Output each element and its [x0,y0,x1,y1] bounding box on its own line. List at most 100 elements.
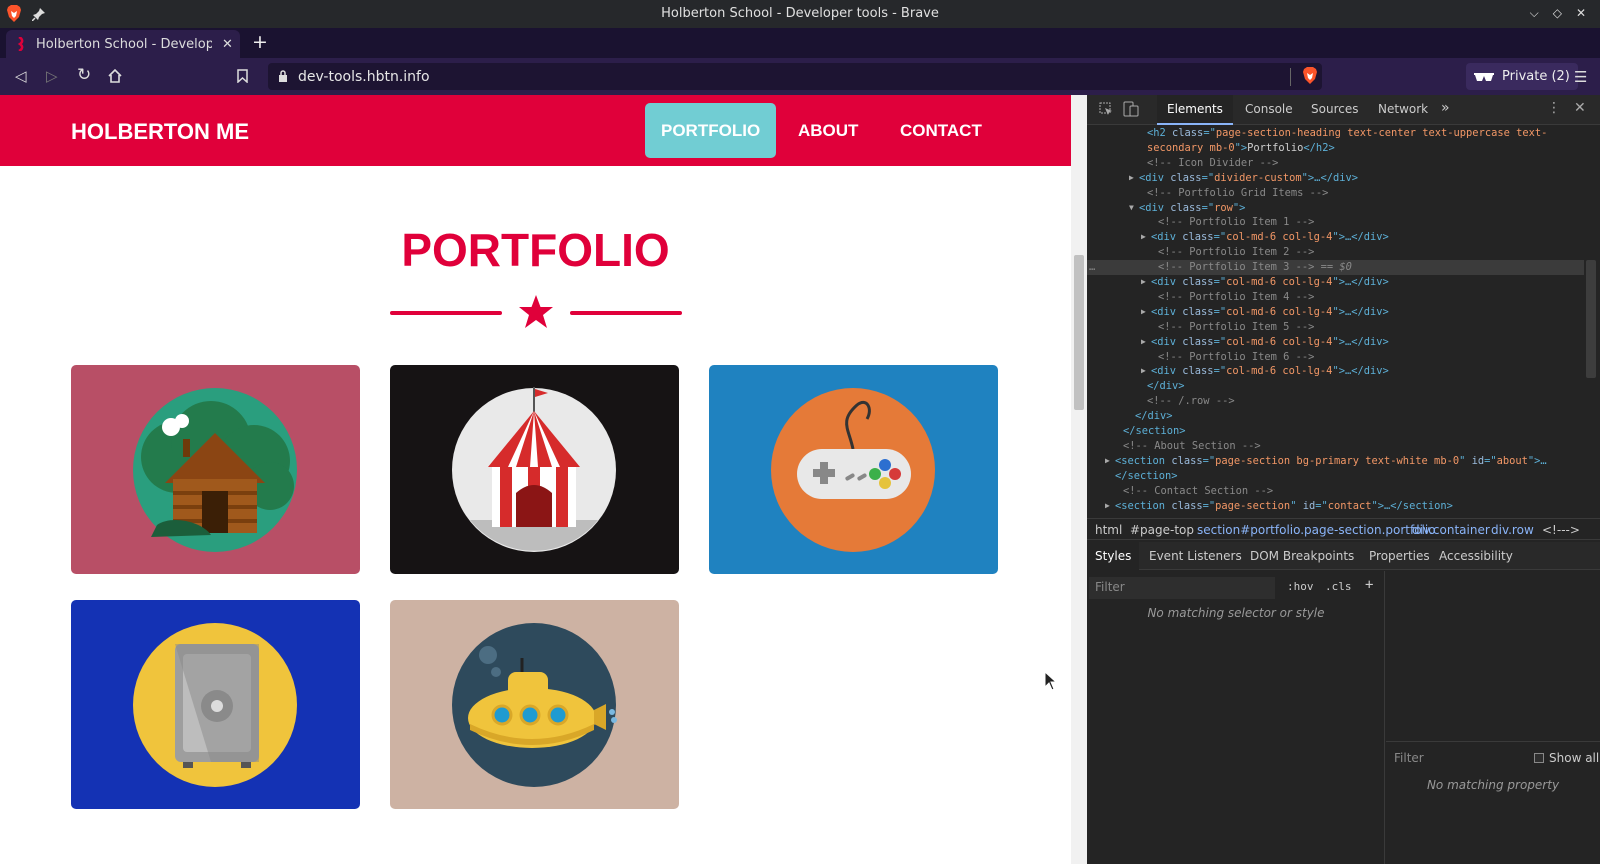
maximize-icon[interactable]: ◇ [1553,6,1562,21]
dom-node-line[interactable]: <!-- Portfolio Item 5 --> [1158,320,1314,335]
new-rule-icon[interactable]: + [1365,577,1373,593]
url-text: dev-tools.hbtn.info [298,68,430,85]
styles-empty-message: No matching selector or style [1147,606,1325,620]
nav-portfolio[interactable]: PORTFOLIO [645,103,777,158]
dom-node-line[interactable]: ▶ <div class="col-md-6 col-lg-4">…</div> [1141,335,1389,350]
dom-node-line[interactable]: ▶ <div class="col-md-6 col-lg-4">…</div> [1141,305,1389,320]
hamburger-menu-icon[interactable]: ☰ [1574,68,1587,86]
page-scrollbar-thumb[interactable] [1074,255,1084,410]
dom-node-line[interactable]: ▶ <section class="page-section" id="cont… [1105,499,1453,514]
close-devtools-icon[interactable]: ✕ [1574,100,1586,116]
address-bar[interactable]: dev-tools.hbtn.info [268,63,1322,90]
new-tab-icon[interactable]: + [252,31,268,53]
back-icon[interactable]: ◁ [15,67,27,85]
portfolio-item-5[interactable] [390,600,679,809]
dom-node-line[interactable]: <!-- Portfolio Item 1 --> [1158,215,1314,230]
tab-elements[interactable]: Elements [1157,95,1233,125]
dom-node-line[interactable]: </div> [1135,409,1173,424]
portfolio-item-2[interactable] [390,365,679,574]
dom-node-line[interactable]: ▶ <div class="col-md-6 col-lg-4">…</div> [1141,230,1389,245]
device-toolbar-icon[interactable] [1123,101,1139,117]
private-window-badge[interactable]: Private (2) [1466,63,1578,90]
collapse-triangle-icon[interactable]: ▼ [1129,201,1134,216]
portfolio-item-3[interactable] [709,365,998,574]
browser-toolbar: ◁ ▷ ↻ dev-tools.hbtn.info Private (2) ☰ [0,58,1600,95]
dom-node-line[interactable]: </section> [1123,424,1186,439]
sunglasses-icon [1474,72,1494,81]
dom-node-line[interactable]: <!-- Portfolio Grid Items --> [1147,186,1328,201]
crumb-html[interactable]: html [1095,523,1122,537]
pane-tab-properties[interactable]: Properties [1369,549,1430,563]
nav-contact[interactable]: CONTACT [884,103,998,158]
portfolio-item-4[interactable] [71,600,360,809]
expand-triangle-icon[interactable]: ▶ [1129,171,1134,186]
dom-node-line[interactable]: <!-- About Section --> [1123,439,1261,454]
crumb-row[interactable]: div.row [1491,523,1534,537]
pane-tab-accessibility[interactable]: Accessibility [1439,549,1513,563]
expand-triangle-icon[interactable]: ▶ [1105,454,1110,469]
crumb-comment[interactable]: <!---> [1542,523,1580,537]
dom-node-line[interactable]: </div> [1147,379,1185,394]
dom-node-line[interactable]: secondary mb-0">Portfolio</h2> [1147,141,1335,156]
more-tabs-icon[interactable]: » [1441,100,1450,116]
home-icon[interactable] [108,69,122,83]
inspect-element-icon[interactable] [1099,102,1113,116]
expand-triangle-icon[interactable]: ▶ [1105,499,1110,514]
expand-triangle-icon[interactable]: ▶ [1141,364,1146,379]
dom-node-line[interactable]: ▶ <div class="col-md-6 col-lg-4">…</div> [1141,275,1389,290]
site-header: HOLBERTON ME PORTFOLIO ABOUT CONTACT [0,95,1071,166]
site-brand[interactable]: HOLBERTON ME [71,119,249,145]
dom-node-line[interactable]: <!-- Contact Section --> [1123,484,1273,499]
pane-tab-dom-breakpoints[interactable]: DOM Breakpoints [1250,549,1354,563]
dom-node-line[interactable]: ▶ <div class="divider-custom">…</div> [1129,171,1358,186]
portfolio-item-1[interactable] [71,365,360,574]
hov-toggle[interactable]: :hov [1287,580,1314,593]
pane-tab-styles[interactable]: Styles [1087,542,1140,570]
dom-node-line[interactable]: <!-- Portfolio Item 6 --> [1158,350,1314,365]
page-scrollbar[interactable] [1071,95,1087,864]
tab-console[interactable]: Console [1245,102,1293,116]
dom-node-line[interactable]: <!-- /.row --> [1147,394,1235,409]
dom-node-line[interactable]: <!-- Portfolio Item 4 --> [1158,290,1314,305]
browser-tab[interactable]: Holberton School - Developer t ✕ [6,30,240,58]
devtools-menu-icon[interactable]: ⋮ [1547,100,1561,116]
crumb-container[interactable]: div.container [1412,523,1490,537]
computed-divider [1386,741,1600,742]
tab-sources[interactable]: Sources [1311,102,1358,116]
computed-empty-message: No matching property [1426,778,1560,792]
pane-tab-event-listeners[interactable]: Event Listeners [1149,549,1242,563]
node-actions-icon[interactable]: … [1089,260,1095,275]
dom-node-line[interactable]: ▼ <div class="row"> [1129,201,1245,216]
holberton-favicon-icon [17,37,24,51]
elements-scrollbar-thumb[interactable] [1586,260,1596,378]
dom-node-line[interactable]: <!-- Portfolio Item 2 --> [1158,245,1314,260]
forward-icon[interactable]: ▷ [46,67,58,85]
reload-icon[interactable]: ↻ [77,65,91,85]
minimize-icon[interactable]: ⌵ [1530,6,1539,21]
nav-about[interactable]: ABOUT [782,103,874,158]
crumb-body[interactable]: #page-top [1130,523,1194,537]
dom-node-line[interactable]: <h2 class="page-section-heading text-cen… [1147,126,1547,141]
show-all-checkbox[interactable]: Show all [1534,751,1599,765]
dom-node-line[interactable]: ▶ <section class="page-section bg-primar… [1105,454,1547,469]
checkbox-box[interactable] [1534,753,1544,763]
dom-node-line[interactable]: <!-- Portfolio Item 3 --> == $0 [1158,260,1352,275]
crumb-section[interactable]: section#portfolio.page-section.portfolio [1197,523,1436,537]
expand-triangle-icon[interactable]: ▶ [1141,230,1146,245]
cabin-icon [133,388,297,552]
cls-toggle[interactable]: .cls [1325,580,1352,593]
computed-filter-input[interactable]: Filter [1394,751,1424,765]
dom-node-line[interactable]: <!-- Icon Divider --> [1147,156,1278,171]
expand-triangle-icon[interactable]: ▶ [1141,275,1146,290]
game-controller-icon [771,388,935,552]
close-tab-icon[interactable]: ✕ [222,37,233,52]
expand-triangle-icon[interactable]: ▶ [1141,335,1146,350]
brave-shields-icon[interactable] [1302,67,1318,85]
expand-triangle-icon[interactable]: ▶ [1141,305,1146,320]
bookmark-icon[interactable] [237,69,248,83]
dom-node-line[interactable]: </section> [1115,469,1178,484]
dom-node-line[interactable]: ▶ <div class="col-md-6 col-lg-4">…</div> [1141,364,1389,379]
styles-filter-input[interactable]: Filter [1089,577,1275,599]
tab-network[interactable]: Network [1378,102,1428,116]
close-window-icon[interactable]: ✕ [1576,6,1586,21]
